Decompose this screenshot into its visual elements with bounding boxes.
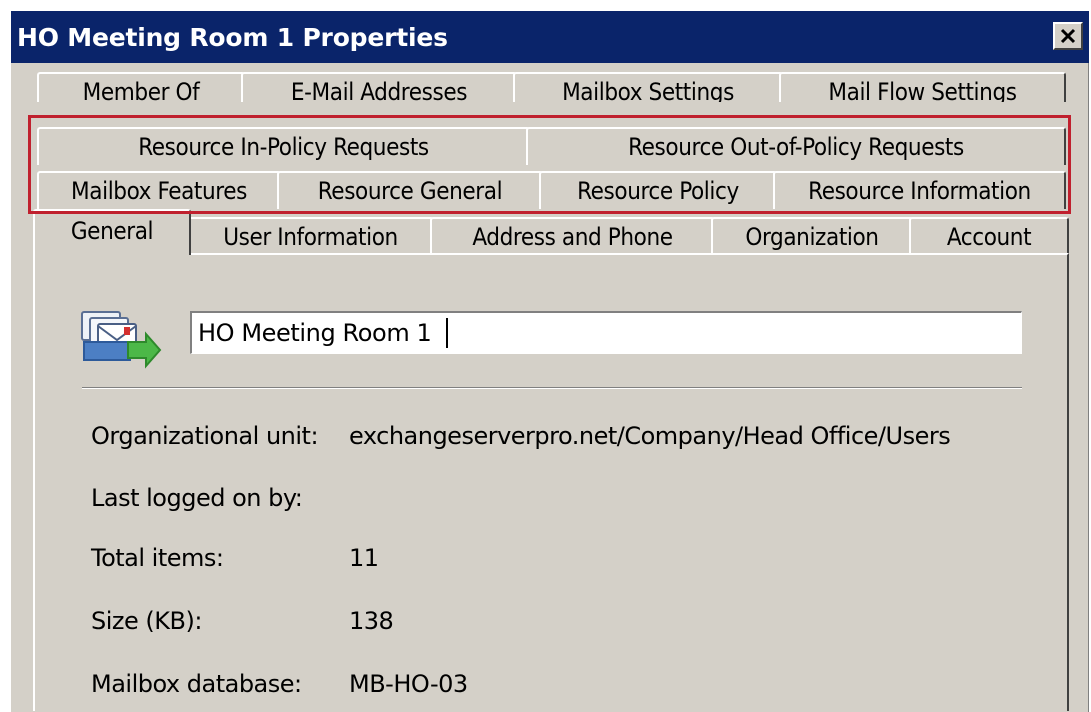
tab-organization[interactable]: Organization [711, 217, 913, 255]
organizational-unit-label: Organizational unit: [91, 422, 319, 450]
size-kb-value: 138 [349, 607, 394, 635]
tab-mailbox-features[interactable]: Mailbox Features [37, 171, 281, 209]
tab-account[interactable]: Account [909, 217, 1069, 255]
tab-general[interactable]: General [33, 209, 191, 255]
separator [82, 387, 1022, 389]
tab-mailbox-settings[interactable]: Mailbox Settings [513, 72, 783, 102]
close-button[interactable] [1053, 22, 1083, 50]
dialog-title: HO Meeting Room 1 Properties [17, 23, 448, 52]
close-icon [1060, 28, 1076, 44]
tab-address-and-phone[interactable]: Address and Phone [430, 217, 715, 255]
tab-user-information[interactable]: User Information [187, 217, 434, 255]
tab-resource-general[interactable]: Resource General [277, 171, 543, 209]
total-items-label: Total items: [91, 544, 224, 572]
text-caret [446, 318, 448, 348]
tab-mail-flow-settings[interactable]: Mail Flow Settings [779, 72, 1066, 102]
tab-resource-information[interactable]: Resource Information [773, 171, 1066, 209]
total-items-value: 11 [349, 544, 379, 572]
title-bar: HO Meeting Room 1 Properties [11, 11, 1089, 63]
display-name-input[interactable] [190, 311, 1022, 354]
tab-resource-in-policy-requests[interactable]: Resource In-Policy Requests [37, 127, 530, 165]
tab-email-addresses[interactable]: E-Mail Addresses [241, 72, 517, 102]
tab-resource-policy[interactable]: Resource Policy [539, 171, 777, 209]
mailbox-database-label: Mailbox database: [91, 670, 302, 698]
mailbox-resource-icon [81, 311, 162, 369]
size-kb-label: Size (KB): [91, 607, 202, 635]
tab-resource-out-of-policy-requests[interactable]: Resource Out-of-Policy Requests [526, 127, 1066, 165]
organizational-unit-value: exchangeserverpro.net/Company/Head Offic… [349, 422, 951, 450]
last-logged-on-by-label: Last logged on by: [91, 484, 303, 512]
mailbox-database-value: MB-HO-03 [349, 670, 468, 698]
tab-member-of[interactable]: Member Of [37, 72, 245, 102]
